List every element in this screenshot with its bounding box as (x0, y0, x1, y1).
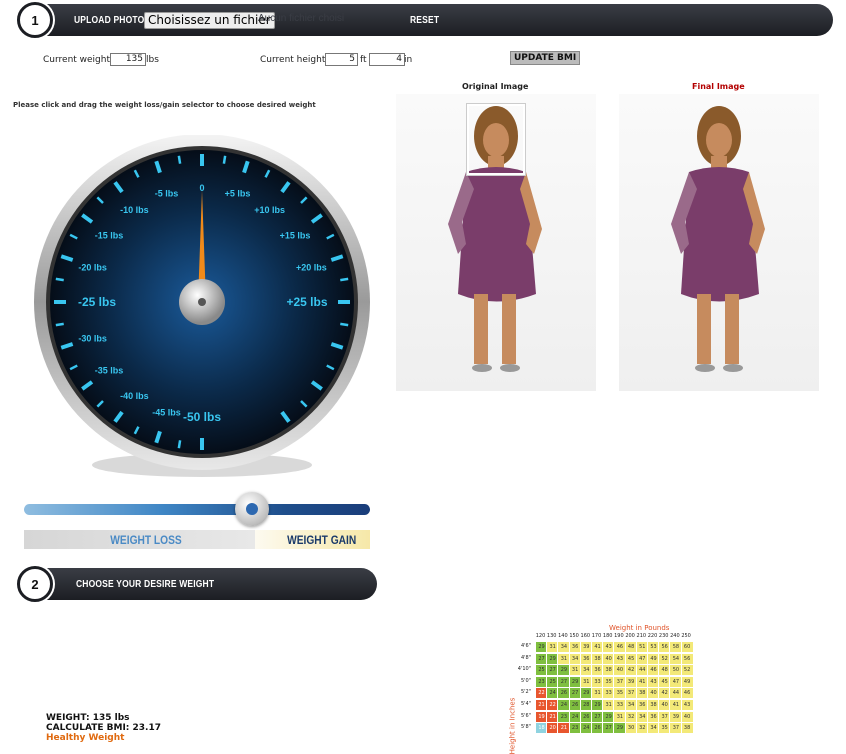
instruction-text: Please click and drag the weight loss/ga… (13, 101, 316, 109)
person-silhouette (671, 106, 765, 372)
file-status-text: Aucun fichier choisi (258, 13, 345, 24)
gauge-label: -40 lbs (120, 391, 149, 401)
bmi-cell: 43 (680, 699, 694, 711)
gauge-tick (177, 155, 182, 164)
inch-unit: in (404, 55, 413, 65)
weight-loss-label: WEIGHT LOSS (110, 533, 182, 547)
gauge-label: -20 lbs (78, 262, 107, 272)
bmi-weight-header: 180 (602, 633, 613, 639)
bmi-weight-header: 200 (625, 633, 635, 639)
bmi-weight-header: 140 (558, 633, 568, 639)
bmi-weight-header: 120 (535, 633, 546, 639)
gauge-label: -50 lbs (183, 410, 221, 424)
choose-file-button[interactable]: Choisissez un fichier (144, 12, 275, 29)
bmi-cell: 52 (680, 664, 694, 677)
gauge-label: -10 lbs (120, 205, 149, 215)
bmi-height-label: 4'6" (520, 643, 531, 649)
weight-unit: lbs (146, 55, 159, 65)
weight-input[interactable]: 135 (110, 53, 146, 66)
gauge-label: +25 lbs (286, 295, 327, 309)
bmi-cell: 56 (680, 652, 694, 665)
gauge-label: -25 lbs (78, 295, 116, 309)
gauge-tick (177, 440, 182, 449)
bmi-chart-title: Weight in Pounds (609, 624, 670, 632)
bmi-weight-header: 130 (546, 633, 557, 639)
gauge-label: -30 lbs (78, 334, 107, 344)
bmi-weight-header: 160 (580, 633, 591, 639)
final-image-title: Final Image (692, 82, 745, 91)
weight-gain-label: WEIGHT GAIN (287, 533, 357, 547)
bmi-weight-header: 170 (591, 633, 602, 639)
weight-slider-handle[interactable] (235, 492, 270, 526)
gauge-tick (222, 155, 227, 164)
weight-slider-track[interactable] (24, 504, 370, 515)
weight-label: Current weight: (43, 55, 114, 65)
bmi-cell: 60 (680, 641, 694, 653)
bmi-category: Healthy Weight (46, 733, 125, 743)
original-image-title: Original Image (462, 82, 529, 91)
bmi-cell: 38 (680, 722, 694, 735)
bmi-height-label: 5'2" (520, 689, 531, 696)
bmi-cell: 40 (680, 710, 694, 723)
bmi-height-label: 5'4" (520, 701, 531, 707)
step2-label: CHOOSE YOUR DESIRE WEIGHT (76, 579, 215, 590)
bmi-weight-header: 230 (658, 633, 669, 639)
bmi-weight-header: 210 (636, 633, 647, 639)
bmi-height-label: 4'10" (517, 666, 531, 673)
bmi-cell: 49 (680, 675, 694, 688)
gauge-tick (55, 322, 64, 327)
original-image (396, 94, 596, 391)
gauge-label: +10 lbs (254, 205, 285, 215)
face-selection-box[interactable] (467, 104, 525, 175)
gauge-label: -35 lbs (95, 366, 124, 376)
gauge-label: +5 lbs (225, 189, 251, 199)
bmi-weight-header: 190 (614, 633, 624, 639)
gauge-label: -15 lbs (95, 230, 124, 240)
bmi-height-label: 4'8" (520, 654, 531, 661)
height-inches-input[interactable]: 4 (369, 53, 405, 66)
height-feet-input[interactable]: 5 (325, 53, 358, 66)
weight-result: WEIGHT: 135 lbs (46, 713, 130, 723)
gauge-label: +15 lbs (280, 230, 311, 240)
bmi-height-label: 5'0" (520, 677, 531, 684)
height-label: Current height: (260, 55, 329, 65)
bmi-cell: 46 (680, 687, 694, 700)
gauge-tick (55, 277, 64, 282)
bmi-result: CALCULATE BMI: 23.17 (46, 723, 162, 733)
step1-badge: 1 (17, 2, 53, 38)
upload-photo-button[interactable]: UPLOAD PHOTO (74, 15, 144, 26)
gauge-tick (340, 322, 349, 327)
feet-unit: ft (360, 55, 367, 65)
reset-button[interactable]: RESET (410, 15, 439, 26)
gauge-label: -45 lbs (152, 407, 181, 417)
bmi-weight-header: 250 (681, 633, 691, 639)
bmi-weight-header: 150 (569, 633, 579, 639)
bmi-weight-header: 220 (647, 633, 658, 639)
bmi-weight-header: 240 (670, 633, 680, 639)
update-bmi-button[interactable]: UPDATE BMI (510, 51, 581, 65)
bmi-height-label: 5'8" (520, 724, 531, 731)
bmi-height-label: 5'6" (520, 712, 531, 719)
gauge-tick (340, 277, 349, 282)
step2-badge: 2 (17, 566, 53, 602)
final-image (619, 94, 819, 391)
weight-gauge[interactable]: 0-5 lbs +5 lbs-10 lbs +10 lbs-15 lbs +15 lb… (30, 135, 374, 485)
gauge-label: -5 lbs (155, 189, 179, 199)
gauge-label: +20 lbs (296, 262, 327, 272)
